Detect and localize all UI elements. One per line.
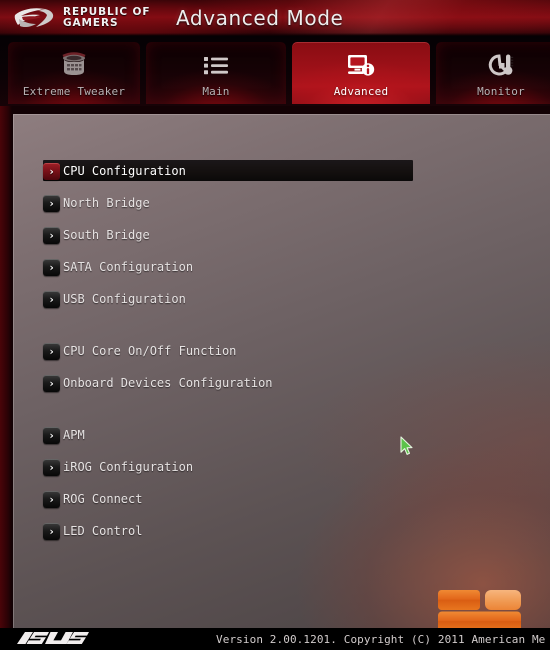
rog-brand-line2: GAMERS [63,17,119,29]
tab-label-monitor: Monitor [477,85,525,98]
menu-item-usb-configuration[interactable]: › USB Configuration [43,289,513,309]
chevron-glyph: › [48,344,55,358]
chevron-glyph: › [48,260,55,274]
chevron-right-icon: › [43,490,60,508]
tab-label-main: Main [202,85,230,98]
chevron-right-icon: › [43,194,60,212]
chevron-glyph: › [48,428,55,442]
menu-item-led-control[interactable]: › LED Control [43,521,513,541]
chevron-glyph: › [48,164,55,178]
tab-extreme-tweaker[interactable]: Extreme Tweaker [8,42,140,104]
menu-item-label: APM [63,428,85,442]
turbine-icon [59,50,89,80]
tab-monitor[interactable]: Monitor [436,42,550,104]
rog-brand-text: REPUBLIC OF GAMERS [63,6,150,30]
chevron-right-icon: › [43,342,60,360]
advanced-menu-list: › CPU Configuration › North Bridge › Sou… [43,160,513,553]
chevron-glyph: › [48,228,55,242]
gauge-thermometer-icon [486,50,516,80]
menu-item-label: USB Configuration [63,292,186,306]
chevron-right-icon: › [43,162,60,180]
status-footer: Version 2.00.1201. Copyright (C) 2011 Am… [0,628,550,650]
content-area-frame: › CPU Configuration › North Bridge › Sou… [0,106,550,628]
content-panel: › CPU Configuration › North Bridge › Sou… [13,114,550,628]
rog-eye-icon [14,8,54,28]
menu-item-label: Onboard Devices Configuration [63,376,273,390]
chevron-right-icon: › [43,522,60,540]
chevron-glyph: › [48,376,55,390]
menu-item-label: LED Control [63,524,143,538]
menu-item-label: South Bridge [63,228,150,242]
menu-item-sata-configuration[interactable]: › SATA Configuration [43,257,513,277]
menu-item-cpu-configuration[interactable]: › CPU Configuration [43,160,513,181]
menu-item-apm[interactable]: › APM [43,425,513,445]
main-tab-bar: Extreme Tweaker Main Advanced Monitor [0,36,550,106]
chevron-glyph: › [48,292,55,306]
menu-item-label: CPU Core On/Off Function [63,344,237,358]
rog-brand-logo: REPUBLIC OF GAMERS [12,4,172,32]
tab-label-advanced: Advanced [333,85,389,98]
list-icon [202,50,230,80]
ami-logo-icon [437,587,523,628]
menu-item-north-bridge[interactable]: › North Bridge [43,193,513,213]
tab-main[interactable]: Main [146,42,286,104]
chevron-glyph: › [48,524,55,538]
menu-item-south-bridge[interactable]: › South Bridge [43,225,513,245]
chevron-right-icon: › [43,426,60,444]
chevron-right-icon: › [43,458,60,476]
menu-item-label: ROG Connect [63,492,143,506]
menu-item-label: North Bridge [63,196,150,210]
chevron-glyph: › [48,492,55,506]
chevron-right-icon: › [43,374,60,392]
chevron-right-icon: › [43,290,60,308]
chevron-glyph: › [48,196,55,210]
monitor-info-icon [346,50,376,80]
menu-item-onboard-devices-configuration[interactable]: › Onboard Devices Configuration [43,373,513,393]
menu-item-label: CPU Configuration [63,164,186,178]
chevron-right-icon: › [43,226,60,244]
menu-item-label: SATA Configuration [63,260,194,274]
menu-item-cpu-core-on-off-function[interactable]: › CPU Core On/Off Function [43,341,513,361]
chevron-right-icon: › [43,258,60,276]
tab-label-extreme-tweaker: Extreme Tweaker [22,85,126,98]
tab-advanced[interactable]: Advanced [292,42,430,104]
menu-item-label: iROG Configuration [63,460,194,474]
asus-logo-icon [16,630,92,647]
bios-advanced-mode-screen: REPUBLIC OF GAMERS Advanced Mode Extreme… [0,0,550,650]
page-title: Advanced Mode [176,6,344,30]
menu-item-irog-configuration[interactable]: › iROG Configuration [43,457,513,477]
menu-item-rog-connect[interactable]: › ROG Connect [43,489,513,509]
chevron-glyph: › [48,460,55,474]
app-header: REPUBLIC OF GAMERS Advanced Mode [0,0,550,36]
bios-version-text: Version 2.00.1201. Copyright (C) 2011 Am… [216,632,546,646]
